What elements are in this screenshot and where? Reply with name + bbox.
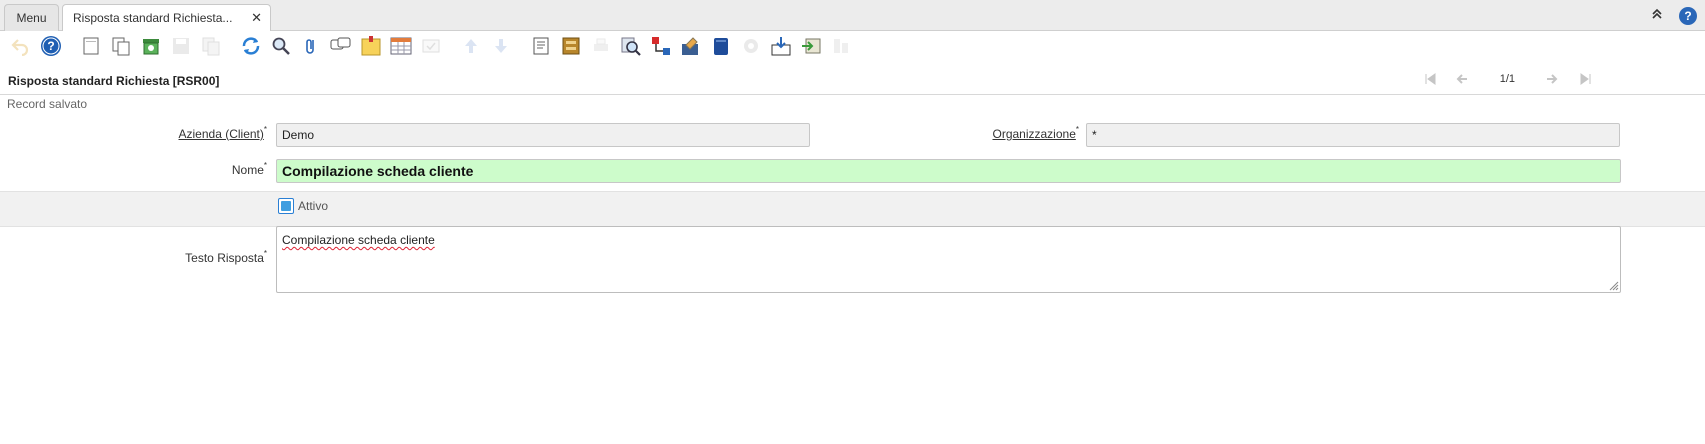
zoom-across-icon[interactable] bbox=[620, 35, 642, 57]
chat-icon[interactable] bbox=[330, 35, 352, 57]
response-text-label: Testo Risposta* bbox=[67, 249, 267, 265]
first-record-icon[interactable] bbox=[1423, 72, 1437, 89]
response-text-label-text: Testo Risposta bbox=[185, 251, 264, 265]
active-checkbox[interactable] bbox=[278, 198, 294, 214]
import-icon[interactable] bbox=[800, 35, 822, 57]
svg-text:?: ? bbox=[47, 39, 54, 53]
refresh-icon[interactable] bbox=[240, 35, 262, 57]
delete-record-icon[interactable] bbox=[140, 35, 162, 57]
window-title-bar: Risposta standard Richiesta [RSR00] 1/1 bbox=[0, 66, 1705, 95]
tab-risposta-standard[interactable]: Risposta standard Richiesta... ✕ bbox=[62, 4, 271, 32]
detail-record-icon[interactable] bbox=[490, 35, 512, 57]
active-checkbox-label[interactable]: Attivo bbox=[298, 199, 328, 213]
record-form: Azienda (Client)* Demo Organizzazione* *… bbox=[0, 116, 1705, 444]
print-icon[interactable] bbox=[590, 35, 612, 57]
organization-label-text: Organizzazione bbox=[992, 127, 1076, 141]
required-marker: * bbox=[263, 125, 267, 134]
copy-record-icon[interactable] bbox=[110, 35, 132, 57]
attachment-icon[interactable] bbox=[300, 35, 322, 57]
tabbar-right-actions: ? bbox=[1649, 6, 1697, 26]
new-record-icon[interactable] bbox=[80, 35, 102, 57]
save-and-create-icon[interactable] bbox=[200, 35, 222, 57]
grid-toggle-icon[interactable] bbox=[390, 35, 412, 57]
status-message: Record salvato bbox=[7, 97, 88, 111]
help-icon[interactable]: ? bbox=[1679, 7, 1697, 25]
window-toolbar: ? bbox=[0, 31, 1705, 66]
close-icon[interactable]: ✕ bbox=[251, 5, 262, 31]
export-icon[interactable] bbox=[770, 35, 792, 57]
record-indicator: 1/1 bbox=[1499, 73, 1515, 85]
tab-menu[interactable]: Menu bbox=[4, 4, 59, 31]
required-marker: * bbox=[263, 249, 267, 258]
archive-icon[interactable] bbox=[560, 35, 582, 57]
multi-select-icon[interactable] bbox=[420, 35, 442, 57]
undo-icon[interactable] bbox=[9, 35, 31, 57]
find-icon[interactable] bbox=[270, 35, 292, 57]
collapse-header-icon[interactable] bbox=[1649, 8, 1665, 24]
process-icon[interactable] bbox=[740, 35, 762, 57]
name-label-text: Nome bbox=[231, 163, 264, 177]
client-field[interactable]: Demo bbox=[276, 123, 810, 147]
required-marker: * bbox=[263, 161, 267, 170]
last-record-icon[interactable] bbox=[1579, 72, 1593, 89]
active-workflows-icon[interactable] bbox=[650, 35, 672, 57]
customize-icon[interactable] bbox=[830, 35, 852, 57]
requests-icon[interactable] bbox=[680, 35, 702, 57]
tab-label: Risposta standard Richiesta... bbox=[73, 11, 233, 25]
previous-record-icon[interactable] bbox=[1455, 72, 1469, 89]
client-label-text: Azienda (Client) bbox=[178, 127, 264, 141]
report-icon[interactable] bbox=[530, 35, 552, 57]
required-marker: * bbox=[1075, 125, 1079, 134]
window-title: Risposta standard Richiesta [RSR00] bbox=[8, 74, 220, 88]
name-label: Nome* bbox=[67, 161, 267, 177]
client-label[interactable]: Azienda (Client)* bbox=[67, 125, 268, 141]
resize-grip-icon[interactable] bbox=[1607, 279, 1619, 291]
active-row-band bbox=[0, 191, 1705, 227]
save-icon[interactable] bbox=[170, 35, 192, 57]
name-field[interactable]: Compilazione scheda cliente bbox=[276, 159, 1621, 183]
product-info-icon[interactable] bbox=[710, 35, 732, 57]
organization-label[interactable]: Organizzazione* bbox=[879, 125, 1079, 141]
parent-record-icon[interactable] bbox=[460, 35, 482, 57]
response-text-value: Compilazione scheda cliente bbox=[282, 233, 435, 247]
next-record-icon[interactable] bbox=[1545, 72, 1559, 89]
post-it-icon[interactable] bbox=[360, 35, 382, 57]
help-icon[interactable]: ? bbox=[40, 35, 62, 57]
response-text-area[interactable]: Compilazione scheda cliente bbox=[276, 226, 1621, 293]
tab-bar: Menu Risposta standard Richiesta... ✕ ? bbox=[0, 0, 1705, 32]
organization-field[interactable]: * bbox=[1086, 123, 1620, 147]
